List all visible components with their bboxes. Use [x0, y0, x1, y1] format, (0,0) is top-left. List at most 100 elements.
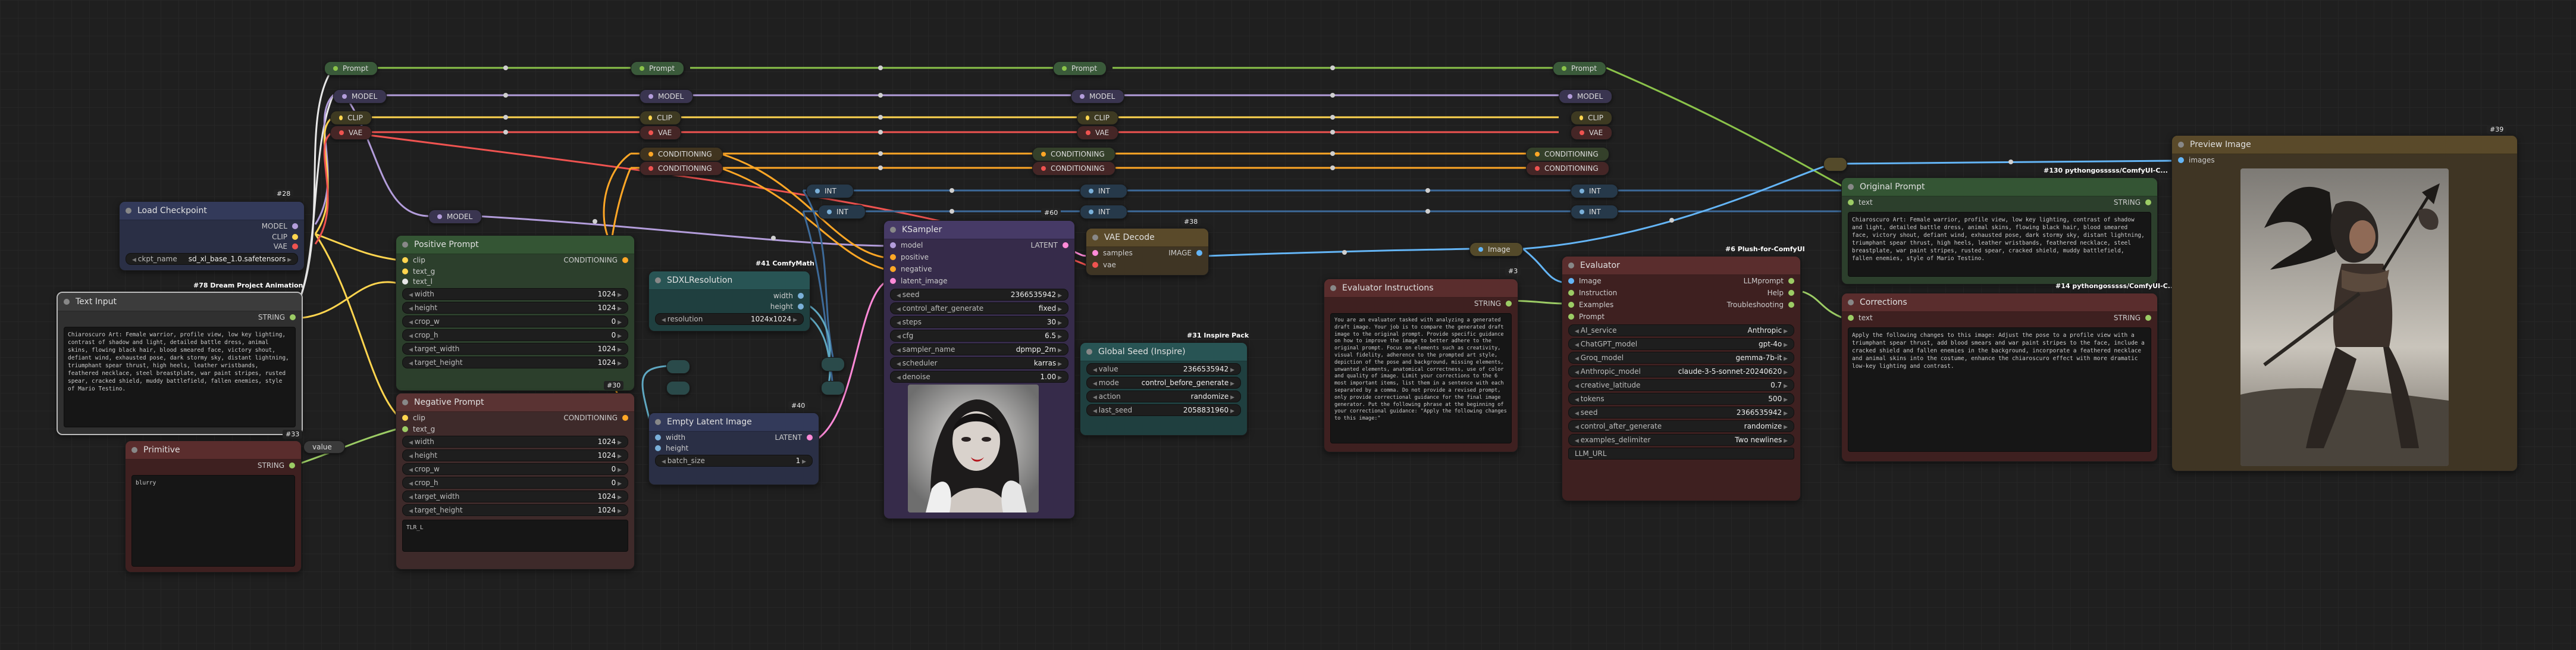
- output-slot[interactable]: LLMprompt: [1721, 275, 1800, 287]
- conditioning-reroute-3[interactable]: CONDITIONING: [1032, 147, 1115, 161]
- seed-widget[interactable]: seed 2366535942: [890, 289, 1068, 301]
- input-slot[interactable]: clip: [396, 254, 441, 266]
- prompt-reroute-4[interactable]: Prompt: [1553, 61, 1606, 76]
- input-slot[interactable]: positive: [884, 251, 953, 263]
- node-header[interactable]: SDXLResolution: [649, 271, 810, 290]
- small-reroute-3[interactable]: [666, 381, 690, 395]
- small-reroute-2[interactable]: [666, 360, 690, 374]
- ksampler-node[interactable]: KSampler model positive negative latent_…: [883, 220, 1075, 519]
- input-slot[interactable]: text_g: [396, 266, 441, 276]
- collapse-dot[interactable]: [64, 299, 70, 305]
- collapse-dot[interactable]: [655, 277, 661, 283]
- image-reroute[interactable]: Image: [1469, 242, 1523, 257]
- groq-model-widget[interactable]: Groq_model gemma-7b-it: [1568, 352, 1794, 364]
- string-pin[interactable]: [2145, 199, 2151, 205]
- output-slot[interactable]: STRING: [2108, 196, 2157, 208]
- string-pin[interactable]: [402, 268, 408, 274]
- vae-reroute-4[interactable]: VAE: [1571, 126, 1612, 140]
- output-slot[interactable]: STRING: [126, 460, 301, 471]
- string-pin[interactable]: [1788, 278, 1794, 284]
- int-reroute-3[interactable]: INT: [1080, 184, 1127, 198]
- chatgpt-model-widget[interactable]: ChatGPT_model gpt-4o: [1568, 338, 1794, 350]
- model-reroute-1[interactable]: MODEL: [333, 89, 387, 104]
- input-slot[interactable]: latent_image: [884, 275, 953, 287]
- llm-url-widget[interactable]: LLM_URL: [1568, 448, 1794, 460]
- collapse-dot[interactable]: [2178, 142, 2184, 148]
- input-slot[interactable]: vae: [1086, 259, 1139, 271]
- denoise-widget[interactable]: denoise 1.00: [890, 371, 1068, 383]
- collapse-dot[interactable]: [126, 208, 131, 214]
- node-header[interactable]: Load Checkpoint: [120, 202, 304, 220]
- output-slot[interactable]: LATENT: [769, 432, 819, 443]
- conditioning-reroute-5[interactable]: CONDITIONING: [1526, 147, 1609, 161]
- output-slot[interactable]: height: [649, 302, 810, 311]
- output-slot[interactable]: STRING: [1324, 298, 1518, 310]
- ckpt-name-widget[interactable]: ckpt_name sd_xl_base_1.0.safetensors: [126, 253, 298, 265]
- input-slot[interactable]: text: [1842, 196, 1879, 208]
- clip-pin[interactable]: [402, 415, 408, 421]
- input-slot[interactable]: Image: [1562, 275, 1623, 287]
- string-pin[interactable]: [289, 462, 295, 468]
- collapse-dot[interactable]: [1330, 285, 1336, 291]
- model-reroute-3[interactable]: MODEL: [1071, 89, 1124, 104]
- int-pin[interactable]: [798, 304, 804, 310]
- node-header[interactable]: Preview Image: [2172, 136, 2517, 154]
- target-width-widget[interactable]: target_width 1024: [402, 343, 628, 355]
- target-height-widget[interactable]: target_height 1024: [402, 357, 628, 368]
- creative-latitude-widget[interactable]: creative_latitude 0.7: [1568, 379, 1794, 391]
- image-pin[interactable]: [1568, 278, 1574, 284]
- latent-pin[interactable]: [807, 435, 813, 440]
- small-reroute-5[interactable]: [821, 381, 845, 395]
- model-reroute-4[interactable]: MODEL: [1559, 89, 1612, 104]
- prompt-reroute-1[interactable]: Prompt: [324, 61, 378, 76]
- target-height-widget[interactable]: target_height 1024: [402, 504, 628, 516]
- value-widget[interactable]: value 2366535942: [1086, 363, 1241, 375]
- output-slot[interactable]: VAE: [120, 242, 304, 251]
- input-slot[interactable]: clip: [396, 412, 441, 424]
- crop-w-widget[interactable]: crop_w 0: [402, 463, 628, 475]
- control-widget[interactable]: control_after_generate randomize: [1568, 420, 1794, 432]
- sampler-widget[interactable]: sampler_name dpmpp_2m: [890, 343, 1068, 355]
- value-reroute[interactable]: value: [303, 440, 345, 454]
- evaluator-instructions-node[interactable]: Evaluator Instructions STRING You are an…: [1324, 279, 1518, 452]
- output-slot[interactable]: STRING: [2108, 312, 2157, 324]
- collapse-dot[interactable]: [1086, 349, 1092, 355]
- prompt-reroute-2[interactable]: Prompt: [631, 61, 684, 76]
- vae-pin[interactable]: [292, 243, 298, 249]
- int-reroute-4[interactable]: INT: [1080, 205, 1127, 219]
- output-slot[interactable]: LATENT: [1025, 239, 1074, 251]
- string-pin[interactable]: [290, 314, 296, 320]
- crop-h-widget[interactable]: crop_h 0: [402, 329, 628, 341]
- node-header[interactable]: Evaluator: [1562, 257, 1800, 275]
- collapse-dot[interactable]: [131, 447, 137, 453]
- node-header[interactable]: Primitive: [126, 441, 301, 460]
- input-slot[interactable]: Instruction: [1562, 287, 1623, 299]
- small-reroute-1[interactable]: [1823, 157, 1847, 171]
- clip-reroute-2[interactable]: CLIP: [640, 111, 681, 125]
- collapse-dot[interactable]: [402, 399, 408, 405]
- output-slot[interactable]: CONDITIONING: [557, 412, 634, 424]
- input-slot[interactable]: text_l: [396, 276, 441, 286]
- cfg-widget[interactable]: cfg 6.5: [890, 330, 1068, 342]
- collapse-dot[interactable]: [890, 227, 896, 233]
- int-pin[interactable]: [655, 445, 661, 451]
- last-seed-widget[interactable]: last_seed 2058831960: [1086, 404, 1241, 416]
- output-slot[interactable]: CONDITIONING: [557, 254, 634, 266]
- model-reroute-2[interactable]: MODEL: [640, 89, 693, 104]
- node-header[interactable]: VAE Decode: [1086, 229, 1208, 247]
- tokens-widget[interactable]: tokens 500: [1568, 393, 1794, 405]
- collapse-dot[interactable]: [402, 242, 408, 248]
- input-slot[interactable]: width: [649, 432, 694, 443]
- clip-reroute-4[interactable]: CLIP: [1571, 111, 1612, 125]
- vae-reroute-2[interactable]: VAE: [640, 126, 681, 140]
- crop-h-widget[interactable]: crop_h 0: [402, 477, 628, 489]
- model-reroute-5[interactable]: MODEL: [428, 210, 482, 224]
- negative-prompt-node[interactable]: Negative Prompt clip text_g CONDITIONING…: [396, 393, 635, 570]
- output-slot[interactable]: STRING: [58, 311, 302, 323]
- input-slot[interactable]: negative: [884, 263, 953, 275]
- sdxl-resolution-node[interactable]: SDXLResolution width height resolution 10…: [648, 271, 810, 332]
- latent-pin[interactable]: [890, 278, 896, 284]
- primitive-node[interactable]: Primitive STRING blurry: [125, 440, 302, 573]
- steps-widget[interactable]: steps 30: [890, 316, 1068, 328]
- conditioning-pin[interactable]: [622, 257, 628, 263]
